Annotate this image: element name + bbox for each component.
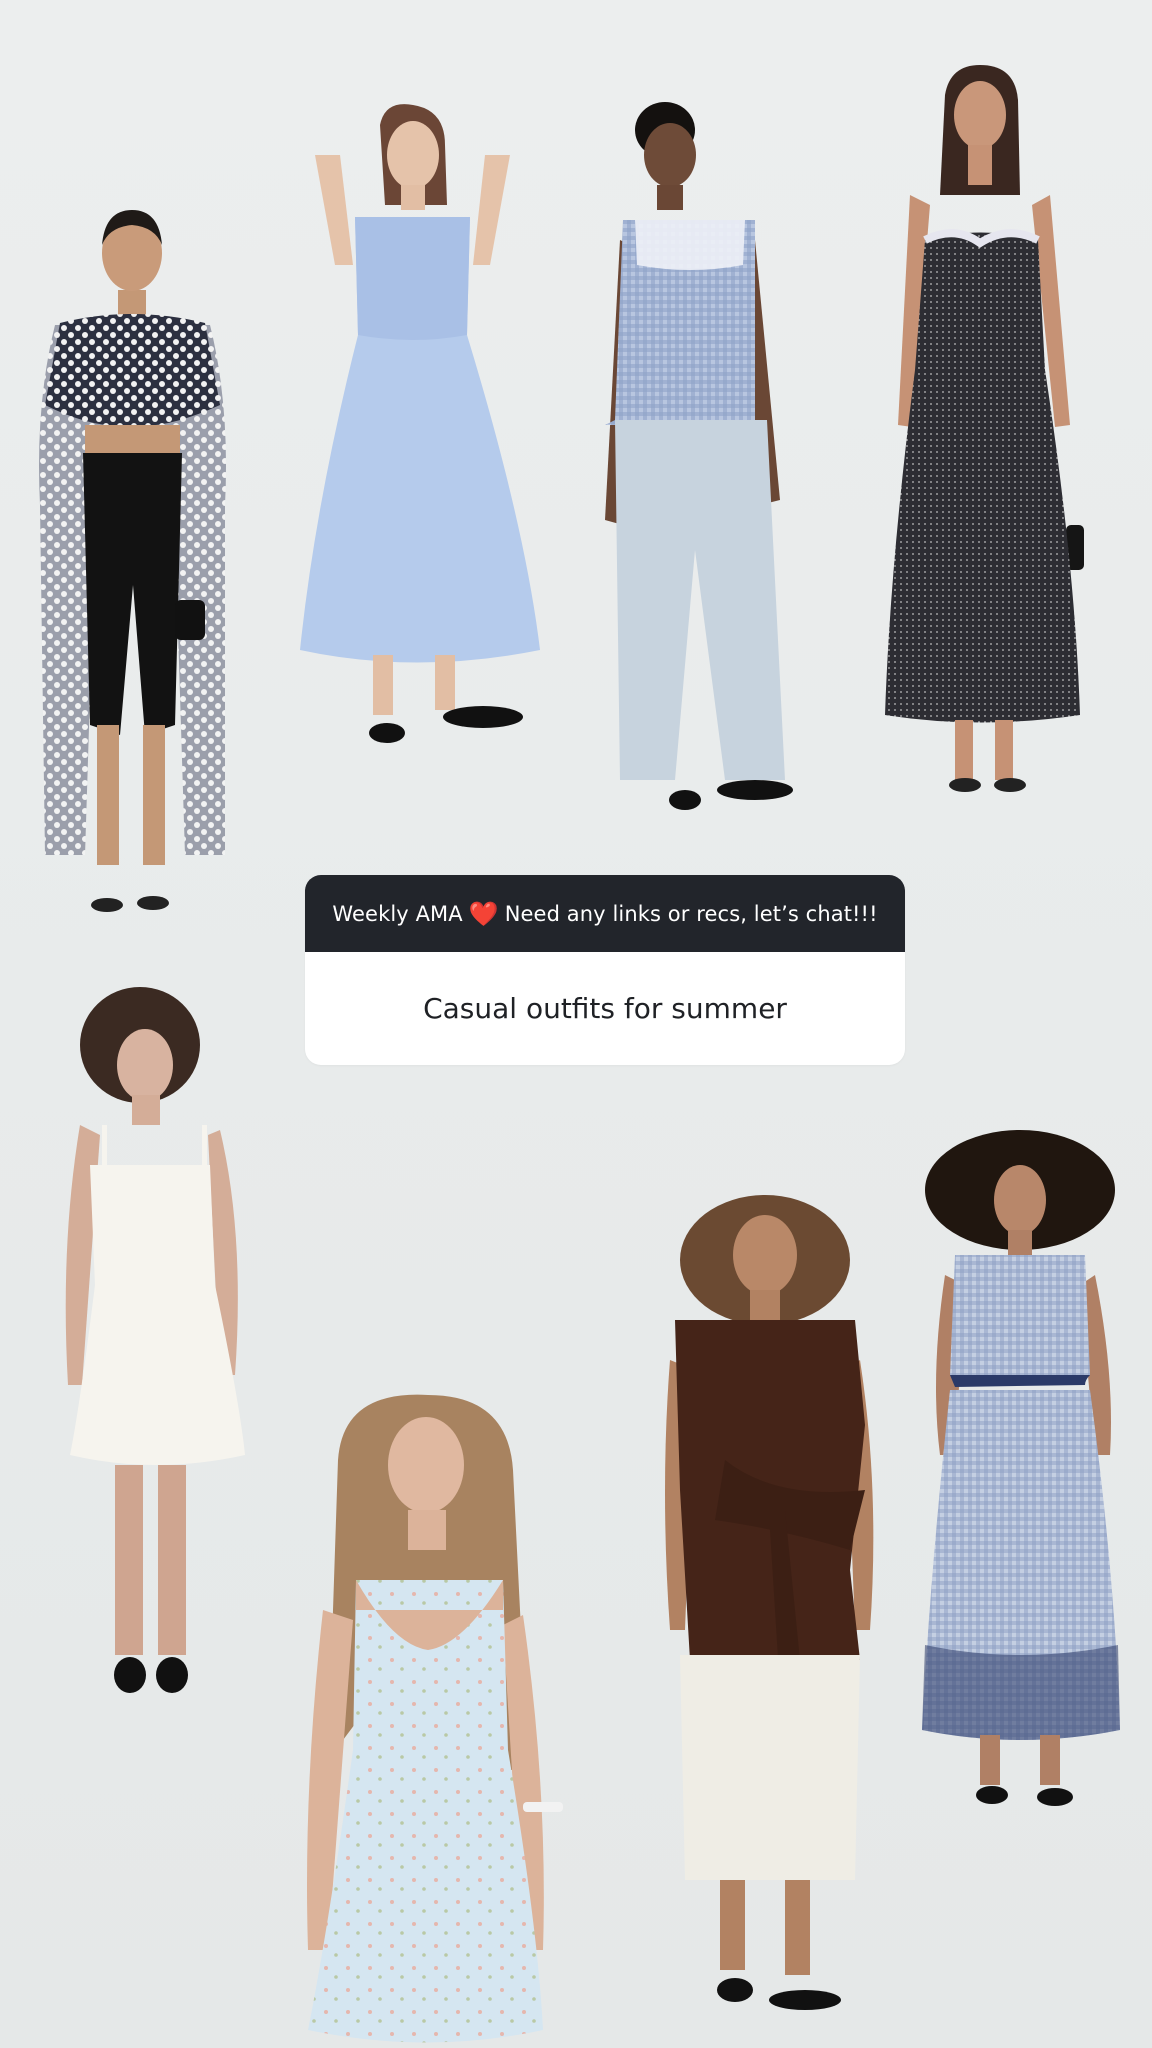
outfit-image-gingham-set [920,1125,1125,1815]
story-canvas: Weekly AMA ❤️ Need any links or recs, le… [0,0,1152,2048]
question-prompt-text: Weekly AMA [332,901,463,926]
outfit-image-brown-shirt [665,1190,880,2020]
outfit-image-floral-mini-dress [298,1390,568,2048]
outfit-image-blue-midi-dress [295,104,540,755]
question-prompt: Weekly AMA ❤️ Need any links or recs, le… [305,875,905,952]
outfit-image-white-mini-dress [60,985,255,1700]
question-prompt-text-2: Need any links or recs, let’s chat!!! [504,901,878,926]
outfit-image-gingham-top-jeans [595,100,825,825]
heart-icon: ❤️ [468,899,499,928]
outfit-image-black-maxi-dress [880,65,1095,805]
question-answer: Casual outfits for summer [423,992,787,1025]
outfit-image-polka-cape [25,205,240,925]
question-sticker[interactable]: Weekly AMA ❤️ Need any links or recs, le… [305,875,905,1065]
